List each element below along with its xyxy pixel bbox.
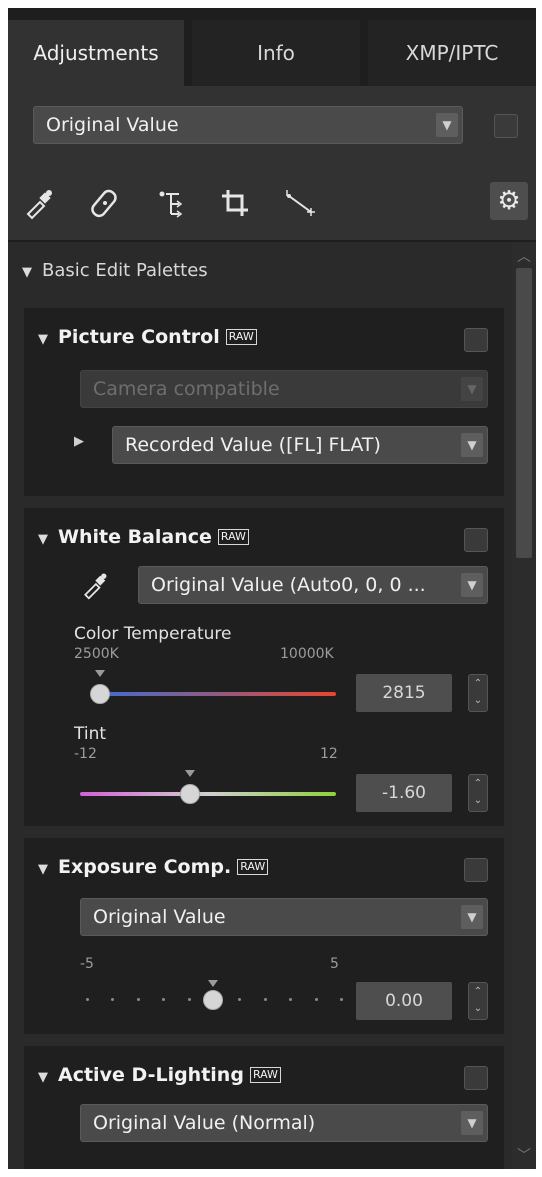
white-balance-label: White Balance	[58, 526, 212, 548]
collapse-triangle-icon: ▼	[38, 1070, 48, 1085]
exposure-comp-title[interactable]: ▼ Exposure Comp. RAW	[38, 856, 269, 878]
picture-control-mode-select[interactable]: Camera compatible ▼	[80, 370, 488, 408]
white-balance-title[interactable]: ▼ White Balance RAW	[38, 526, 249, 548]
control-point-icon[interactable]	[153, 186, 187, 220]
eyedropper-icon[interactable]	[80, 570, 110, 600]
tab-adjustments[interactable]: Adjustments	[8, 20, 184, 86]
scroll-up-icon[interactable]: ︿	[512, 246, 536, 266]
picture-control-mode-value: Camera compatible	[93, 378, 280, 400]
raw-badge: RAW	[249, 1067, 281, 1083]
palettes-content: ▼ Basic Edit Palettes ▼ Picture Control RAW…	[8, 242, 512, 1169]
tint-value[interactable]: -1.60	[356, 774, 452, 812]
collapse-triangle-icon: ▼	[38, 332, 48, 347]
chevron-down-icon: ▼	[461, 573, 483, 597]
exposure-tick-dot	[136, 998, 140, 1001]
exposure-min: -5	[80, 956, 94, 972]
tint-label: Tint	[74, 724, 107, 744]
picture-control-value-select[interactable]: Recorded Value ([FL] FLAT) ▼	[112, 426, 488, 464]
tab-bar: Adjustments Info XMP/IPTC	[8, 8, 536, 86]
active-d-lighting-title[interactable]: ▼ Active D-Lighting RAW	[38, 1064, 281, 1086]
collapse-triangle-icon: ▼	[38, 862, 48, 877]
white-balance-checkbox[interactable]	[464, 528, 488, 552]
straighten-icon[interactable]	[283, 186, 317, 220]
preset-select[interactable]: Original Value ▼	[33, 106, 463, 144]
color-temperature-label: Color Temperature	[74, 624, 232, 644]
exposure-comp-panel: ▼ Exposure Comp. RAW Original Value ▼ -5 5…	[24, 838, 504, 1034]
exposure-tick-dot	[289, 998, 293, 1001]
picture-control-checkbox[interactable]	[464, 328, 488, 352]
exposure-tick-dot	[187, 998, 191, 1001]
raw-badge: RAW	[237, 859, 269, 875]
color-temperature-slider[interactable]	[90, 692, 336, 696]
tint-max: 12	[320, 746, 338, 762]
exposure-tick-dot	[340, 998, 343, 1001]
chevron-down-icon: ▼	[461, 433, 483, 457]
tint-marker	[185, 770, 196, 777]
raw-badge: RAW	[225, 329, 257, 345]
adjustments-panel: Adjustments Info XMP/IPTC Original Value…	[8, 8, 536, 1169]
chevron-down-icon: ▼	[461, 905, 483, 929]
picture-control-value: Recorded Value ([FL] FLAT)	[125, 434, 381, 456]
color-temperature-max: 10000K	[280, 646, 334, 662]
exposure-tick-dot	[314, 998, 318, 1001]
active-d-lighting-label: Active D-Lighting	[58, 1064, 244, 1086]
exposure-comp-select[interactable]: Original Value ▼	[80, 898, 488, 936]
preset-checkbox[interactable]	[494, 114, 518, 138]
color-temperature-marker	[94, 670, 105, 677]
tint-min: -12	[74, 746, 97, 762]
color-temperature-min: 2500K	[74, 646, 119, 662]
exposure-tick-dot	[263, 998, 267, 1001]
picture-control-label: Picture Control	[58, 326, 220, 348]
exposure-comp-label: Exposure Comp.	[58, 856, 232, 878]
color-temperature-knob[interactable]	[89, 684, 110, 704]
gear-icon[interactable]: ⚙	[490, 182, 528, 220]
collapse-triangle-icon: ▼	[38, 532, 48, 547]
white-balance-select[interactable]: Original Value (Auto0, 0, 0 ... ▼	[138, 566, 488, 604]
bandage-icon[interactable]	[88, 186, 122, 220]
raw-badge: RAW	[217, 529, 249, 545]
expand-triangle-icon[interactable]: ▶	[74, 434, 84, 449]
exposure-marker	[208, 980, 218, 987]
scroll-down-icon[interactable]: ﹀	[512, 1145, 536, 1165]
active-d-lighting-select[interactable]: Original Value (Normal) ▼	[80, 1104, 488, 1142]
tint-slider[interactable]	[80, 792, 336, 796]
group-basic-edit-palettes[interactable]: ▼ Basic Edit Palettes	[22, 260, 208, 281]
active-d-lighting-panel: ▼ Active D-Lighting RAW Original Value (No…	[24, 1046, 504, 1169]
picture-control-title[interactable]: ▼ Picture Control RAW	[38, 326, 257, 348]
white-balance-panel: ▼ White Balance RAW Original Value (Auto0,…	[24, 508, 504, 826]
exposure-comp-checkbox[interactable]	[464, 858, 488, 882]
exposure-max: 5	[330, 956, 339, 972]
tint-knob[interactable]	[180, 784, 201, 804]
group-label: Basic Edit Palettes	[42, 260, 208, 281]
active-d-lighting-checkbox[interactable]	[464, 1066, 488, 1090]
eyedropper-icon[interactable]	[22, 186, 56, 220]
exposure-tick-dot	[86, 998, 89, 1001]
white-balance-value: Original Value (Auto0, 0, 0 ...	[151, 574, 426, 596]
collapse-triangle-icon: ▼	[22, 265, 32, 280]
tab-info[interactable]: Info	[192, 20, 360, 86]
chevron-down-icon: ▼	[436, 113, 458, 137]
color-temperature-spinner[interactable]: ⌃ ⌄	[468, 674, 488, 712]
exposure-tick-dot	[238, 998, 242, 1001]
exposure-tick-dot	[162, 998, 166, 1001]
exposure-tick-dot	[111, 998, 115, 1001]
chevron-down-icon: ▼	[461, 1111, 483, 1135]
color-temperature-value[interactable]: 2815	[356, 674, 452, 712]
exposure-knob[interactable]	[203, 990, 223, 1010]
exposure-value[interactable]: 0.00	[356, 982, 452, 1020]
picture-control-panel: ▼ Picture Control RAW Camera compatible ▼ …	[24, 308, 504, 496]
exposure-spinner[interactable]: ⌃ ⌄	[468, 982, 488, 1020]
scrollbar[interactable]: ︿ ﹀	[512, 242, 536, 1169]
tab-xmp-iptc[interactable]: XMP/IPTC	[368, 20, 536, 86]
exposure-comp-value: Original Value	[93, 906, 226, 928]
tint-spinner[interactable]: ⌃ ⌄	[468, 774, 488, 812]
preset-select-value: Original Value	[46, 114, 179, 136]
scroll-thumb[interactable]	[516, 268, 532, 558]
active-d-lighting-value: Original Value (Normal)	[93, 1112, 316, 1134]
chevron-down-icon: ▼	[461, 377, 483, 401]
crop-icon[interactable]	[218, 186, 252, 220]
